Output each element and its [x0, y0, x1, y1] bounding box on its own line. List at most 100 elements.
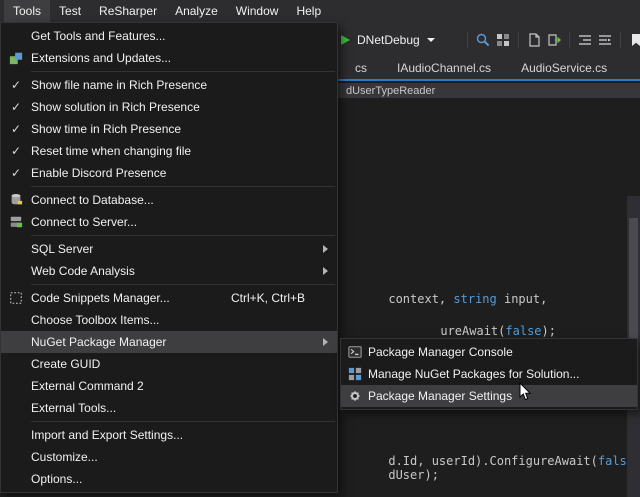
- menu-test[interactable]: Test: [50, 0, 90, 22]
- menu-item-label: Choose Toolbox Items...: [31, 313, 337, 327]
- start-debug-icon[interactable]: [341, 35, 350, 45]
- toolbar-separator: [620, 32, 621, 48]
- menu-tools[interactable]: Tools: [4, 0, 50, 22]
- tools-menu: Get Tools and Features... Extensions and…: [0, 22, 338, 493]
- visual-studio-window: Tools Test ReSharper Analyze Window Help…: [0, 0, 640, 497]
- menu-item-manage-nuget-packages-for-solution[interactable]: Manage NuGet Packages for Solution...: [341, 363, 637, 385]
- menu-item-web-code-analysis[interactable]: Web Code Analysis: [1, 260, 337, 282]
- gear-icon: [341, 389, 368, 403]
- menu-item-choose-toolbox-items[interactable]: Choose Toolbox Items...: [1, 309, 337, 331]
- menu-resharper[interactable]: ReSharper: [90, 0, 166, 22]
- menu-item-extensions-and-updates[interactable]: Extensions and Updates...: [1, 47, 337, 69]
- code-text: input,: [497, 292, 548, 306]
- menu-item-label: Get Tools and Features...: [31, 29, 337, 43]
- menu-item-label: Show time in Rich Presence: [31, 122, 337, 136]
- menu-item-options[interactable]: Options...: [1, 468, 337, 490]
- chevron-down-icon[interactable]: [427, 38, 435, 42]
- menu-item-label: Connect to Server...: [31, 215, 337, 229]
- menu-separator: [31, 235, 335, 236]
- menu-item-label: Show solution in Rich Presence: [31, 100, 337, 114]
- server-icon: [1, 215, 31, 229]
- menu-item-connect-to-database[interactable]: Connect to Database...: [1, 189, 337, 211]
- code-text: ureAwait(: [440, 324, 505, 338]
- menu-item-show-file-name-rich-presence[interactable]: ✓ Show file name in Rich Presence: [1, 74, 337, 96]
- manage-packages-icon: [341, 367, 368, 381]
- menu-item-customize[interactable]: Customize...: [1, 446, 337, 468]
- tab-partial[interactable]: cs: [340, 58, 382, 79]
- code-line: se);: [345, 483, 417, 497]
- breadcrumb-member[interactable]: dUserTypeReader: [346, 85, 435, 97]
- snippets-icon: [1, 291, 31, 305]
- code-text: );: [542, 324, 556, 338]
- menu-item-external-tools[interactable]: External Tools...: [1, 397, 337, 419]
- menu-item-label: Enable Discord Presence: [31, 166, 337, 180]
- window-grid-icon[interactable]: [493, 30, 513, 50]
- toolbar-separator: [518, 32, 519, 48]
- submenu-arrow-icon: [323, 267, 328, 275]
- menu-item-label: Create GUID: [31, 357, 337, 371]
- menu-item-label: Options...: [31, 472, 337, 486]
- menu-gutter: ✓: [1, 100, 31, 114]
- menu-item-label: NuGet Package Manager: [31, 335, 337, 349]
- menu-gutter: ✓: [1, 78, 31, 92]
- database-icon: [1, 193, 31, 207]
- menu-item-label: Import and Export Settings...: [31, 428, 337, 442]
- submenu-arrow-icon: [323, 245, 328, 253]
- menu-item-reset-time-when-changing-file[interactable]: ✓ Reset time when changing file: [1, 140, 337, 162]
- find-icon[interactable]: [473, 30, 493, 50]
- toolbar-separator: [569, 32, 570, 48]
- menu-help[interactable]: Help: [287, 0, 330, 22]
- menu-item-package-manager-console[interactable]: Package Manager Console: [341, 341, 637, 363]
- menu-item-label: Reset time when changing file: [31, 144, 337, 158]
- menu-item-nuget-package-manager[interactable]: NuGet Package Manager: [1, 331, 337, 353]
- menu-item-label: External Command 2: [31, 379, 337, 393]
- toolbar-separator: [467, 32, 468, 48]
- checkmark-icon: ✓: [11, 122, 21, 136]
- menu-separator: [31, 421, 335, 422]
- menu-gutter: ✓: [1, 122, 31, 136]
- menu-item-label: Manage NuGet Packages for Solution...: [368, 367, 637, 381]
- indent-icon[interactable]: [595, 30, 615, 50]
- menu-item-sql-server[interactable]: SQL Server: [1, 238, 337, 260]
- menu-item-code-snippets-manager[interactable]: Code Snippets Manager... Ctrl+K, Ctrl+B: [1, 287, 337, 309]
- console-icon: [341, 345, 368, 359]
- code-text: dUser);: [388, 468, 439, 482]
- code-text: context,: [388, 292, 453, 306]
- menu-item-label: Show file name in Rich Presence: [31, 78, 337, 92]
- checkmark-icon: ✓: [11, 100, 21, 114]
- menu-item-label: Customize...: [31, 450, 337, 464]
- toolbar-content: DNetDebug: [341, 30, 640, 50]
- extensions-icon: [1, 51, 31, 65]
- bookmark-icon[interactable]: [626, 30, 640, 50]
- debug-target-selector[interactable]: DNetDebug: [357, 33, 420, 47]
- menu-item-label: External Tools...: [31, 401, 337, 415]
- menu-item-label: SQL Server: [31, 242, 337, 256]
- menu-item-connect-to-server[interactable]: Connect to Server...: [1, 211, 337, 233]
- checkmark-icon: ✓: [11, 144, 21, 158]
- menu-item-label: Package Manager Settings: [368, 389, 637, 403]
- menu-analyze[interactable]: Analyze: [166, 0, 227, 22]
- menu-item-label: Extensions and Updates...: [31, 51, 337, 65]
- menu-item-get-tools-and-features[interactable]: Get Tools and Features...: [1, 25, 337, 47]
- menu-item-package-manager-settings[interactable]: Package Manager Settings: [341, 385, 637, 407]
- menu-window[interactable]: Window: [227, 0, 288, 22]
- menu-item-create-guid[interactable]: Create GUID: [1, 353, 337, 375]
- nuget-package-manager-submenu: Package Manager Console Manage NuGet Pac…: [340, 338, 638, 410]
- new-file-icon[interactable]: [524, 30, 544, 50]
- submenu-arrow-icon: [323, 338, 328, 346]
- code-keyword: string: [453, 292, 496, 306]
- unindent-icon[interactable]: [575, 30, 595, 50]
- menu-item-label: Connect to Database...: [31, 193, 337, 207]
- menu-item-label: Code Snippets Manager...: [31, 291, 231, 305]
- go-to-file-icon[interactable]: [544, 30, 564, 50]
- tab-iaudiochannel[interactable]: IAudioChannel.cs: [382, 58, 506, 79]
- menu-shortcut: Ctrl+K, Ctrl+B: [231, 291, 305, 305]
- tab-audioservice[interactable]: AudioService.cs: [506, 58, 622, 79]
- menu-item-show-solution-rich-presence[interactable]: ✓ Show solution in Rich Presence: [1, 96, 337, 118]
- menu-item-external-command-2[interactable]: External Command 2: [1, 375, 337, 397]
- menu-gutter: ✓: [1, 166, 31, 180]
- checkmark-icon: ✓: [11, 78, 21, 92]
- menu-item-show-time-rich-presence[interactable]: ✓ Show time in Rich Presence: [1, 118, 337, 140]
- menu-item-import-export-settings[interactable]: Import and Export Settings...: [1, 424, 337, 446]
- menu-item-enable-discord-presence[interactable]: ✓ Enable Discord Presence: [1, 162, 337, 184]
